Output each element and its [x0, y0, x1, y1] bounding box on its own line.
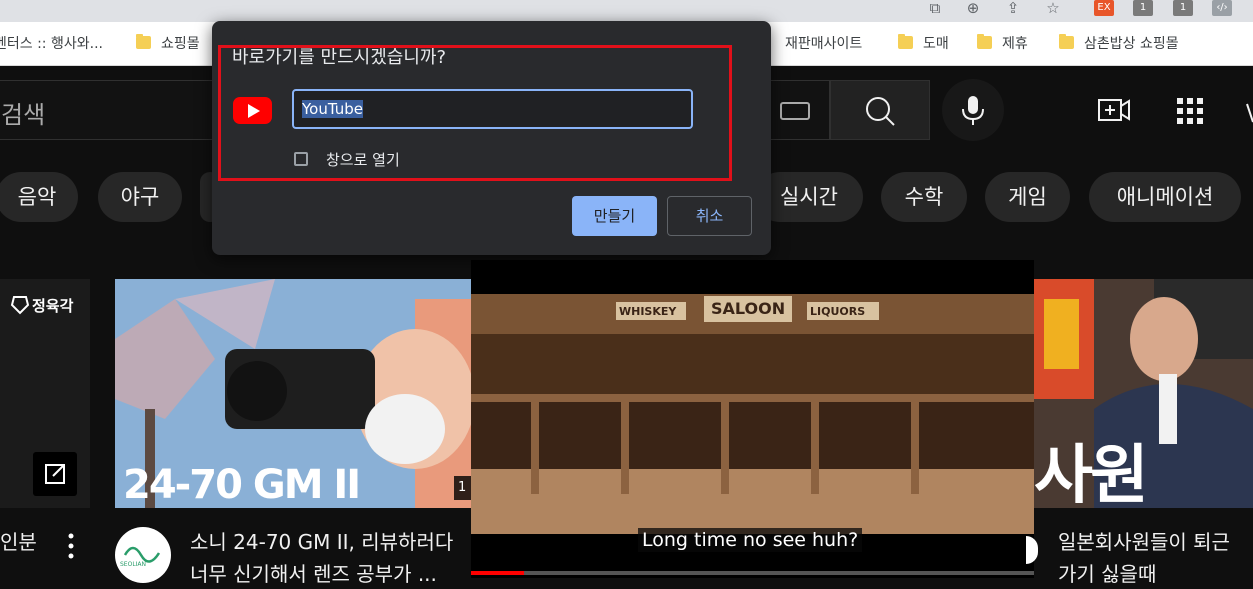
- bookmark-folder[interactable]: 제휴: [977, 33, 1028, 55]
- video-title[interactable]: 일본회사원들이 퇴근: [1058, 527, 1230, 557]
- notifications-icon[interactable]: [1245, 102, 1253, 130]
- folder-icon: [1059, 34, 1074, 49]
- folder-icon: [136, 34, 151, 49]
- sign-text: LIQUORS: [810, 305, 866, 318]
- video-preview-player[interactable]: WHISKEY SALOON LIQUORS Long time no see …: [471, 260, 1034, 578]
- open-in-app-icon[interactable]: ⧉: [924, 0, 946, 18]
- code-icon[interactable]: ‹/›: [1212, 0, 1232, 16]
- chip-math[interactable]: 수학: [881, 172, 967, 222]
- zoom-icon[interactable]: ⊕: [962, 0, 984, 18]
- create-shortcut-dialog: 바로가기를 만드시겠습니까? YouTube 창으로 열기 만들기 취소: [212, 21, 771, 255]
- bookmark-star-icon[interactable]: ☆: [1042, 0, 1064, 18]
- browser-toolbar: ⧉ ⊕ ⇪ ☆ EX 1 1 ‹/›: [0, 0, 1253, 22]
- folder-icon: [898, 34, 913, 49]
- search-placeholder: 검색: [1, 101, 46, 129]
- chip-animation[interactable]: 애니메이션: [1089, 172, 1241, 222]
- thumbnail-title-text: 24-70 GM II: [123, 462, 361, 508]
- video-title-line2[interactable]: 가기 싫을때: [1058, 559, 1156, 589]
- open-as-window-label: 창으로 열기: [326, 151, 400, 169]
- share-icon[interactable]: ⇪: [1002, 0, 1024, 18]
- chip-baseball[interactable]: 야구: [98, 172, 182, 222]
- open-external-icon[interactable]: [33, 452, 77, 496]
- avatar[interactable]: SEOLIAN: [115, 527, 171, 583]
- search-icon: [866, 97, 895, 126]
- thumbnail-title-text: 사원: [1034, 439, 1149, 508]
- sign-text: SALOON: [711, 299, 786, 318]
- voice-search-button[interactable]: [942, 79, 1004, 141]
- bookmark-folder[interactable]: 도매: [898, 33, 949, 55]
- create-button[interactable]: 만들기: [572, 196, 657, 236]
- microphone-icon: [962, 96, 984, 125]
- bookmark-label: 재판매사이트: [785, 36, 863, 52]
- create-video-icon[interactable]: [1097, 97, 1131, 125]
- bookmark-label: 삼촌밥상 쇼핑몰: [1084, 36, 1179, 52]
- bookmark-item[interactable]: 벤터스 :: 행사와...: [0, 33, 103, 55]
- bookmark-label: 쇼핑몰: [161, 36, 200, 52]
- bookmark-label: 벤터스 :: 행사와...: [0, 36, 103, 52]
- channel-brand: 정육각: [32, 297, 74, 315]
- bookmark-label: 도매: [923, 36, 949, 52]
- extension-icon[interactable]: 1: [1173, 0, 1193, 16]
- shortcut-name-input[interactable]: YouTube: [292, 89, 693, 129]
- chip-live[interactable]: 실시간: [755, 172, 863, 222]
- search-button[interactable]: [830, 80, 930, 140]
- bookmark-folder[interactable]: 쇼핑몰: [136, 33, 200, 55]
- youtube-logo-icon: [233, 97, 272, 124]
- progress-fill: [471, 571, 524, 575]
- video-title[interactable]: 인분: [0, 527, 37, 557]
- bookmark-item[interactable]: 재판매사이트: [785, 33, 862, 55]
- cancel-button[interactable]: 취소: [667, 196, 752, 236]
- progress-bar[interactable]: [471, 571, 1034, 575]
- video-caption: Long time no see huh?: [638, 528, 863, 552]
- open-as-window-checkbox[interactable]: [294, 152, 308, 166]
- chip-games[interactable]: 게임: [985, 172, 1070, 222]
- avatar-label: SEOLIAN: [120, 561, 147, 568]
- extension-icon[interactable]: EX: [1094, 0, 1114, 16]
- more-options-icon[interactable]: [62, 532, 80, 560]
- keyboard-icon[interactable]: [780, 102, 810, 120]
- bookmark-label: 제휴: [1002, 36, 1028, 52]
- duration-badge: 1: [454, 476, 471, 500]
- avatar[interactable]: [1026, 536, 1038, 564]
- channel-logo-icon: [10, 296, 30, 315]
- apps-grid-icon[interactable]: [1177, 98, 1203, 124]
- video-thumbnail[interactable]: 정육각: [0, 279, 90, 508]
- sign-text: WHISKEY: [619, 305, 677, 318]
- video-title-line2[interactable]: 너무 신기해서 렌즈 공부가 ...: [190, 559, 437, 589]
- video-thumbnail[interactable]: 24-70 GM II 1: [115, 279, 471, 508]
- video-title[interactable]: 소니 24-70 GM II, 리뷰하러다: [190, 527, 453, 557]
- video-frame: [471, 294, 1034, 534]
- folder-icon: [977, 34, 992, 49]
- extension-icon[interactable]: 1: [1133, 0, 1153, 16]
- chip-music[interactable]: 음악: [0, 172, 78, 222]
- shortcut-name-value: YouTube: [302, 100, 363, 118]
- video-thumbnail[interactable]: 사원: [1034, 279, 1253, 508]
- bookmark-folder[interactable]: 삼촌밥상 쇼핑몰: [1059, 33, 1179, 55]
